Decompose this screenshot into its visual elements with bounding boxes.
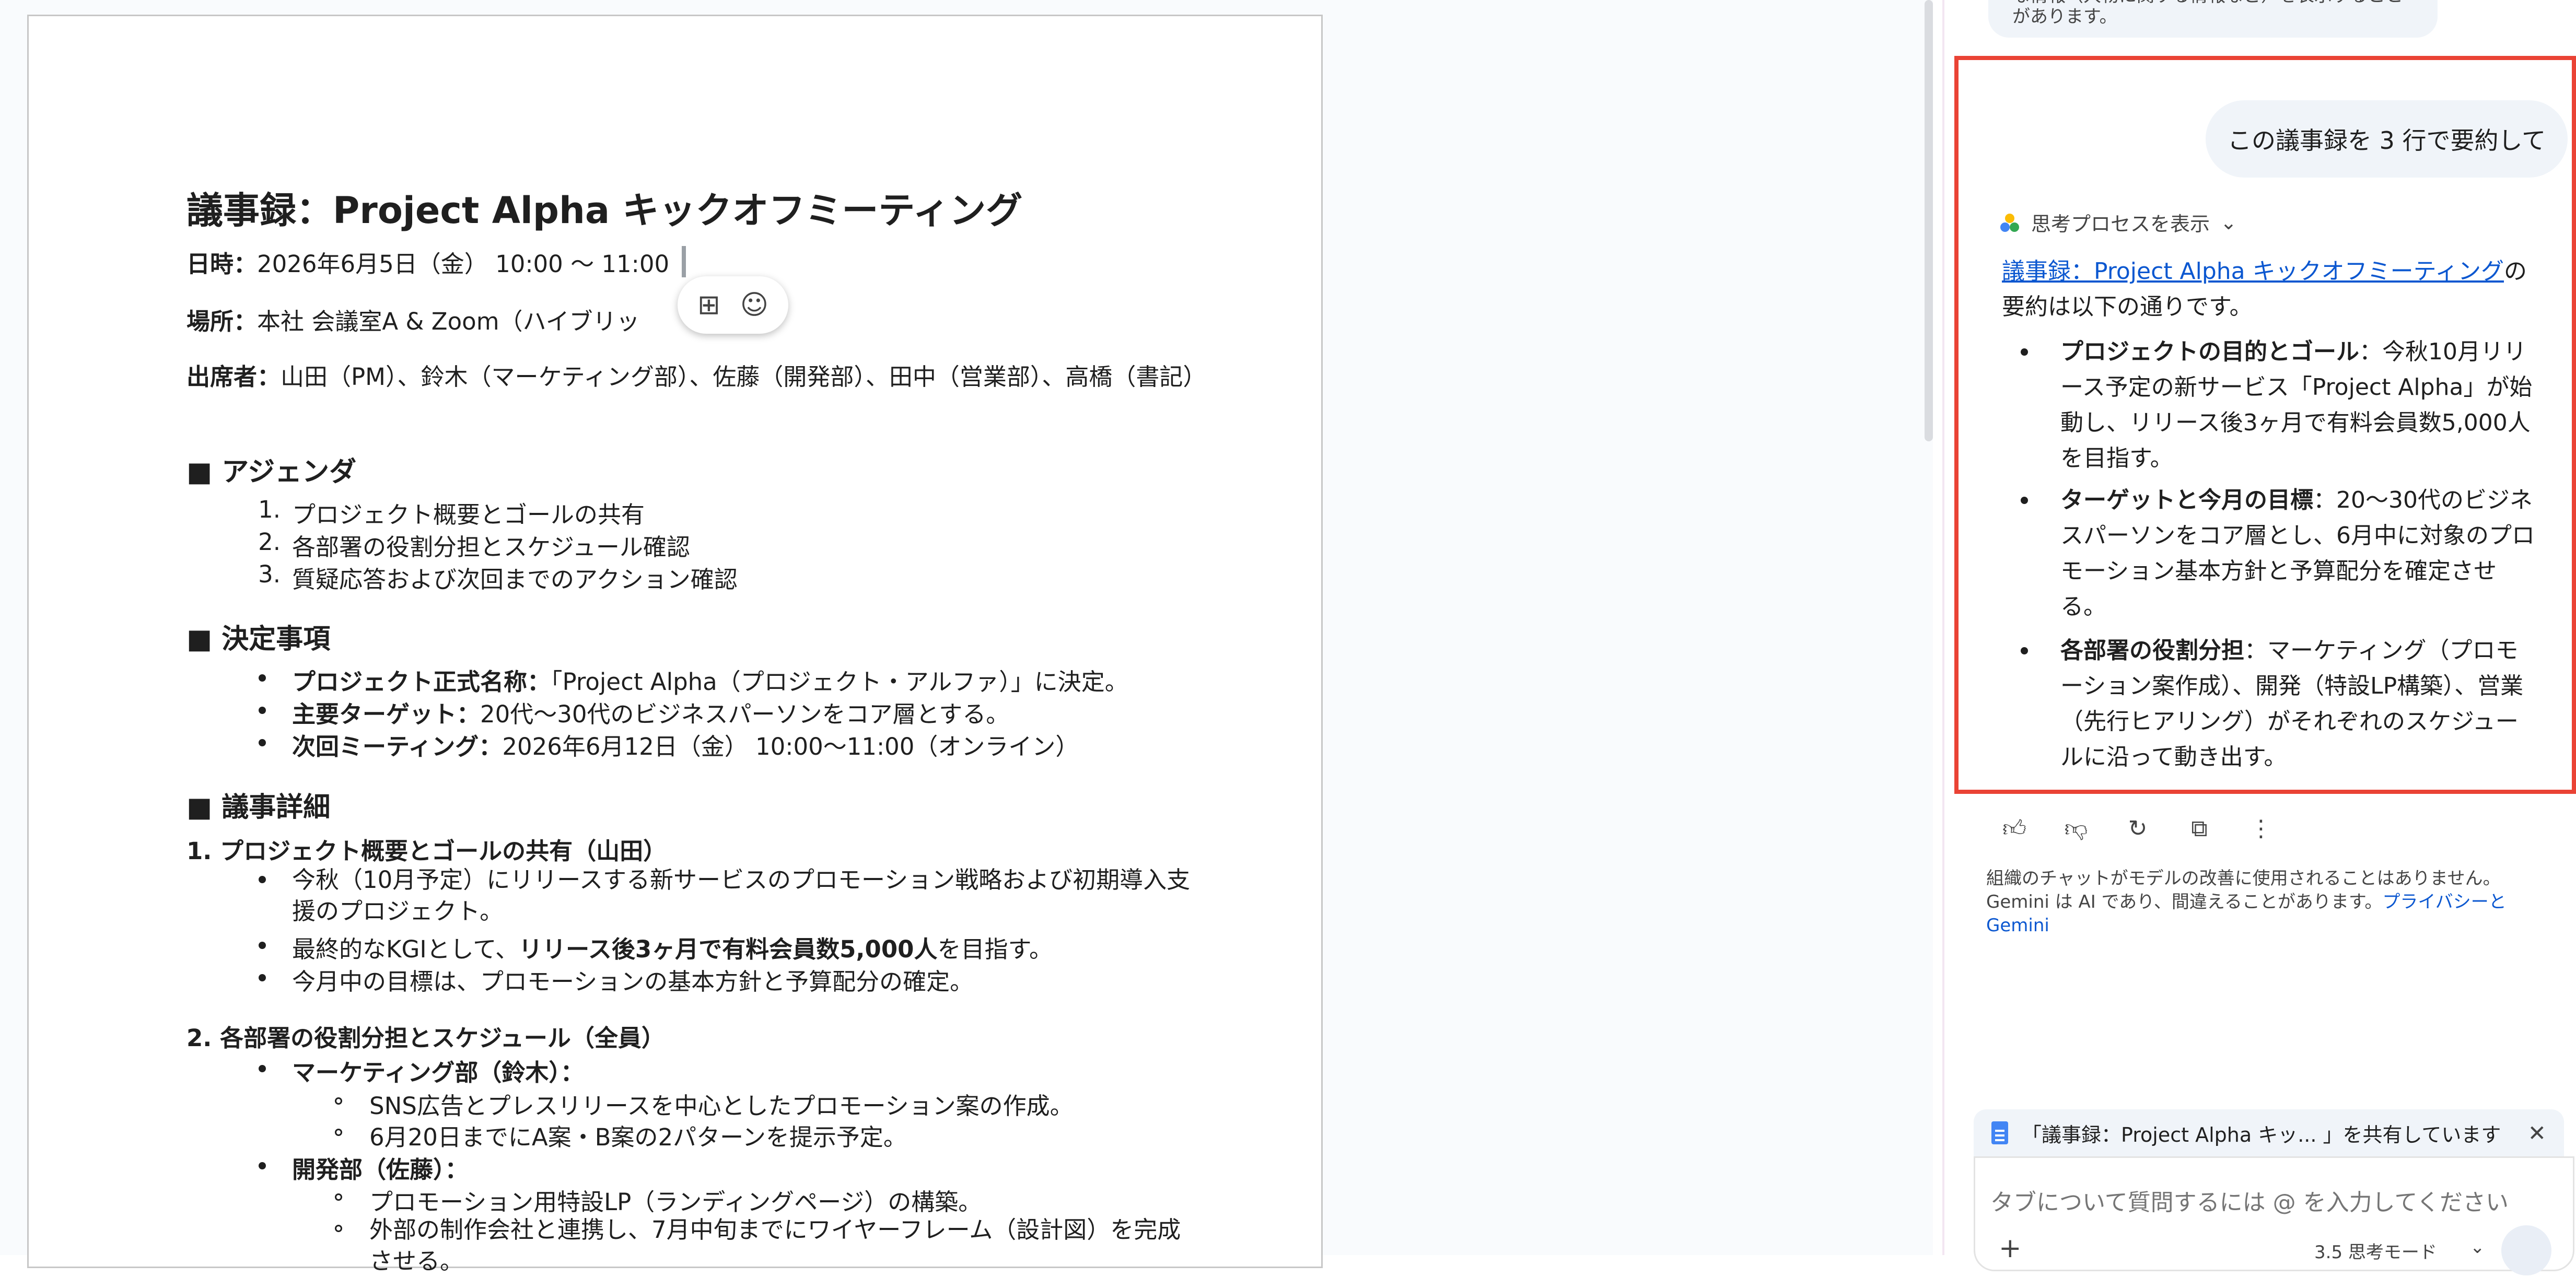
section1-bold: リリース後3ヶ月で有料会員数5,000人 bbox=[519, 935, 938, 963]
more-icon[interactable]: ⋮ bbox=[2246, 815, 2276, 842]
mode-selector[interactable]: 3.5 思考モード bbox=[2314, 1238, 2437, 1263]
date-label: 日時： bbox=[187, 250, 258, 278]
attendees-label: 出席者： bbox=[187, 363, 281, 391]
meta-place: 場所：本社 会議室A & Zoom（ハイブリッ bbox=[187, 302, 640, 336]
decision-label: プロジェクト正式名称： bbox=[292, 668, 551, 696]
meta-date: 日時：2026年6月5日（金） 10:00 〜 11:00 bbox=[187, 245, 669, 279]
dev-subitem: 外部の制作会社と連携し、7月中旬までにワイヤーフレーム（設計図）を完成させる。 bbox=[335, 1214, 1184, 1277]
document-page[interactable]: 議事録：Project Alpha キックオフミーティング 日時：2026年6月… bbox=[27, 15, 1323, 1275]
docs-icon bbox=[1991, 1121, 2008, 1144]
place-label: 場所： bbox=[187, 308, 258, 335]
copy-icon[interactable]: ⧉ bbox=[2185, 815, 2214, 842]
agenda-num: 1. bbox=[258, 496, 281, 523]
send-button[interactable] bbox=[2501, 1225, 2551, 1275]
decision-item: 主要ターゲット：20代〜30代のビジネスパーソンをコア層とする。 bbox=[259, 695, 1010, 729]
decisions-heading: ■ 決定事項 bbox=[187, 624, 331, 655]
agenda-text: 質疑応答および次回までのアクション確認 bbox=[292, 566, 738, 593]
floating-toolbar: ⊞ ☺ bbox=[678, 276, 788, 334]
agenda-item: 2. 各部署の役割分担とスケジュール確認 bbox=[258, 528, 690, 562]
share-text: 「議事録：Project Alpha キッ... 」を共有しています bbox=[2022, 1123, 2501, 1146]
thumbs-up-icon[interactable]: 👍︎ bbox=[2000, 815, 2029, 842]
thumbs-down-icon[interactable]: 👎︎ bbox=[2061, 815, 2091, 842]
date-value: 2026年6月5日（金） 10:00 〜 11:00 bbox=[257, 250, 670, 278]
agenda-text: 各部署の役割分担とスケジュール確認 bbox=[292, 533, 690, 561]
dev-text: 外部の制作会社と連携し、7月中旬までにワイヤーフレーム（設計図）を完成させる。 bbox=[369, 1216, 1181, 1275]
dev-text: プロモーション用特設LP（ランディングページ）の構築。 bbox=[369, 1188, 982, 1216]
text-cursor bbox=[682, 246, 686, 277]
marketing-label: マーケティング部（鈴木）： bbox=[292, 1059, 584, 1086]
response-actions: 👍︎ 👎︎ ↻ ⧉ ⋮ bbox=[2000, 815, 2276, 842]
document-area: 議事録：Project Alpha キックオフミーティング 日時：2026年6月… bbox=[0, 0, 1933, 1275]
disclaimer: 組織のチャットがモデルの改善に使用されることはありません。Gemini は AI… bbox=[1986, 867, 2524, 938]
section1-item: 今月中の目標は、プロモーションの基本方針と予算配分の確定。 bbox=[259, 963, 974, 997]
section1-tail: を目指す。 bbox=[937, 935, 1053, 963]
section1-text: 今月中の目標は、プロモーションの基本方針と予算配分の確定。 bbox=[292, 968, 974, 995]
decision-label: 次回ミーティング： bbox=[292, 733, 503, 760]
section1-item: 最終的なKGIとして、リリース後3ヶ月で有料会員数5,000人を目指す。 bbox=[259, 930, 1053, 964]
dev-subitem: プロモーション用特設LP（ランディングページ）の構築。 bbox=[335, 1183, 982, 1217]
add-icon[interactable]: + bbox=[1999, 1233, 2022, 1264]
highlight-box bbox=[1954, 56, 2576, 794]
dev-item: 開発部（佐藤）： bbox=[259, 1151, 469, 1185]
marketing-subitem: 6月20日までにA案・B案の2パターンを提示予定。 bbox=[335, 1118, 907, 1152]
place-value: 本社 会議室A & Zoom（ハイブリッ bbox=[257, 308, 640, 335]
marketing-item: マーケティング部（鈴木）： bbox=[259, 1053, 584, 1087]
attendees-value: 山田（PM）、鈴木（マーケティング部）、佐藤（開発部）、田中（営業部）、高橋（書… bbox=[281, 363, 1207, 391]
marketing-subitem: SNS広告とプレスリリースを中心としたプロモーション案の作成。 bbox=[335, 1087, 1074, 1121]
meta-attendees: 出席者：山田（PM）、鈴木（マーケティング部）、佐藤（開発部）、田中（営業部）、… bbox=[187, 361, 1221, 393]
document-scrollbar[interactable] bbox=[1925, 0, 1933, 441]
details-heading: ■ 議事詳細 bbox=[187, 792, 331, 823]
previous-message: な情報（人物に関する情報など）を表示することがあります。 bbox=[1988, 0, 2438, 38]
prompt-input[interactable]: タブについて質問するには @ を入力してください bbox=[1990, 1184, 2509, 1217]
close-icon[interactable]: ✕ bbox=[2528, 1120, 2546, 1146]
add-comment-icon[interactable]: ⊞ bbox=[697, 291, 720, 319]
agenda-item: 3. 質疑応答および次回までのアクション確認 bbox=[258, 560, 738, 594]
decision-text: 「Project Alpha（プロジェクト・アルファ）」に決定。 bbox=[551, 668, 1128, 696]
agenda-text: プロジェクト概要とゴールの共有 bbox=[292, 501, 645, 529]
decision-label: 主要ターゲット： bbox=[292, 700, 481, 728]
marketing-text: SNS広告とプレスリリースを中心としたプロモーション案の作成。 bbox=[369, 1092, 1074, 1120]
decision-text: 20代〜30代のビジネスパーソンをコア層とする。 bbox=[480, 700, 1010, 728]
agenda-num: 3. bbox=[258, 560, 281, 588]
agenda-num: 2. bbox=[258, 528, 281, 556]
decision-item: 次回ミーティング：2026年6月12日（金） 10:00〜11:00（オンライン… bbox=[259, 728, 1079, 761]
agenda-item: 1. プロジェクト概要とゴールの共有 bbox=[258, 496, 645, 530]
section1-item: 今秋（10月予定）にリリースする新サービスのプロモーション戦略および初期導入支援… bbox=[259, 864, 1196, 927]
chevron-down-icon: ⌄ bbox=[2470, 1237, 2485, 1258]
dev-label: 開発部（佐藤）： bbox=[292, 1156, 469, 1184]
regenerate-icon[interactable]: ↻ bbox=[2123, 815, 2152, 842]
emoji-icon[interactable]: ☺ bbox=[740, 291, 768, 319]
document-title: 議事録：Project Alpha キックオフミーティング bbox=[187, 189, 1023, 232]
section1-text: 最終的なKGIとして、 bbox=[292, 935, 519, 963]
decision-text: 2026年6月12日（金） 10:00〜11:00（オンライン） bbox=[502, 733, 1079, 760]
section2-heading: 2. 各部署の役割分担とスケジュール（全員） bbox=[187, 1024, 665, 1052]
section1-text: 今秋（10月予定）にリリースする新サービスのプロモーション戦略および初期導入支援… bbox=[292, 866, 1191, 925]
section1-heading: 1. プロジェクト概要とゴールの共有（山田） bbox=[187, 837, 667, 865]
decision-item: プロジェクト正式名称：「Project Alpha（プロジェクト・アルファ）」に… bbox=[259, 663, 1128, 697]
agenda-heading: ■ アジェンダ bbox=[187, 456, 357, 488]
marketing-text: 6月20日までにA案・B案の2パターンを提示予定。 bbox=[369, 1123, 907, 1151]
shared-tab-chip: 「議事録：Project Alpha キッ... 」を共有しています ✕ bbox=[1974, 1109, 2564, 1156]
